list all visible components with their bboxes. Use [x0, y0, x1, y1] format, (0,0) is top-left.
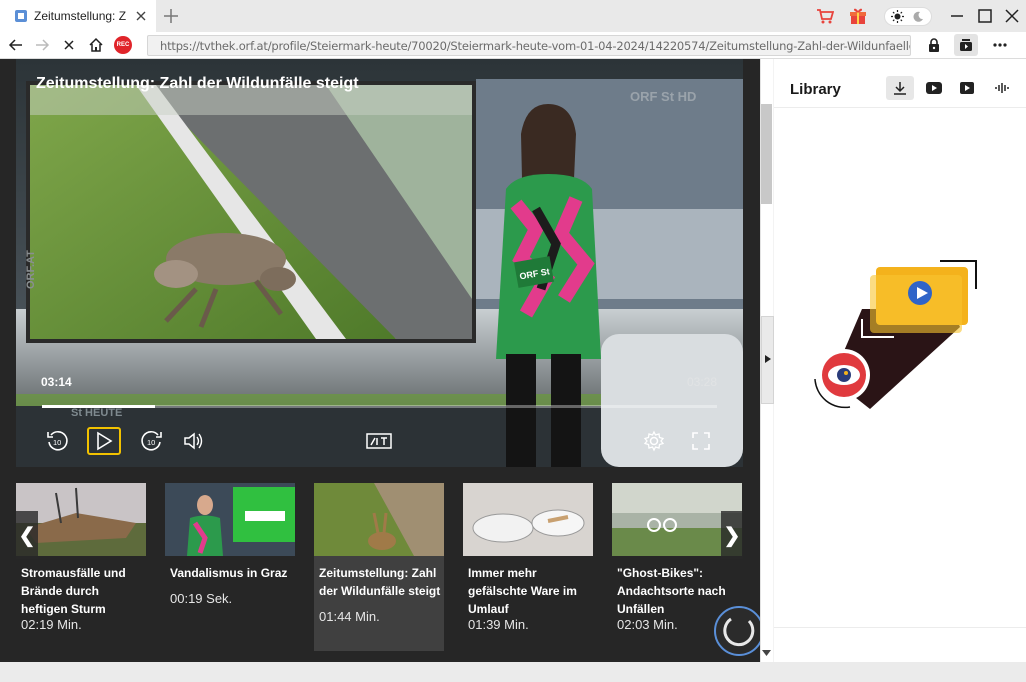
spinner-icon	[723, 617, 755, 647]
url-text: https://tvthek.orf.at/profile/Steiermark…	[160, 38, 911, 53]
address-bar-row: REC https://tvthek.orf.at/profile/Steier…	[0, 32, 1026, 59]
related-videos-strip: Stromausfälle und Brände durch heftigen …	[16, 483, 743, 651]
maximize-icon[interactable]	[976, 7, 994, 25]
video-icon	[960, 82, 974, 94]
gear-icon	[643, 430, 665, 452]
progress-fill	[42, 405, 155, 408]
library-tab-video[interactable]	[954, 76, 982, 100]
video-card-title: Zeitumstellung: Zahl der Wildunfälle ste…	[319, 566, 441, 598]
strip-next-button[interactable]: ❯	[721, 511, 743, 559]
video-card-duration: 02:03 Min.	[617, 617, 678, 632]
watermark: ORF.AT	[25, 250, 37, 289]
library-title: Library	[790, 81, 841, 98]
audio-icon	[995, 83, 1009, 93]
progress-bar[interactable]	[42, 405, 717, 408]
total-time: 03:28	[686, 375, 717, 389]
subtitles-button[interactable]	[362, 427, 396, 455]
channel-logo: ORF St HD	[630, 89, 696, 104]
video-card-title: Immer mehr gefälschte Ware im Umlauf	[468, 566, 577, 616]
video-card-title: Vandalismus in Graz	[170, 566, 288, 580]
fullscreen-button[interactable]	[684, 427, 718, 455]
library-tab-audio[interactable]	[988, 76, 1016, 100]
record-label: REC	[116, 42, 130, 48]
video-card-title: Stromausfälle und Brände durch heftigen …	[21, 566, 126, 616]
rewind-10-button[interactable]: 10	[40, 427, 74, 455]
play-icon	[97, 431, 113, 451]
library-tab-downloads[interactable]	[886, 76, 914, 100]
sun-icon	[891, 10, 904, 23]
new-tab-icon[interactable]	[162, 7, 180, 25]
subtitles-icon	[366, 433, 392, 449]
forward-10-button[interactable]: 10	[135, 427, 169, 455]
library-bottom-divider	[774, 627, 1026, 628]
youtube-icon	[926, 82, 942, 94]
volume-icon	[184, 432, 203, 450]
video-card-duration: 01:39 Min.	[468, 617, 529, 632]
library-tab-youtube[interactable]	[920, 76, 948, 100]
scroll-down-icon[interactable]	[762, 649, 771, 657]
tab-title: Zeitumstellung: Z	[34, 9, 127, 23]
video-thumbnail	[165, 483, 295, 556]
home-icon[interactable]	[88, 37, 104, 53]
more-menu-icon[interactable]	[992, 37, 1008, 53]
sidebar-collapse-handle[interactable]	[761, 316, 774, 404]
video-card-active[interactable]: Zeitumstellung: Zahl der Wildunfälle ste…	[314, 483, 444, 651]
video-card[interactable]: Stromausfälle und Brände durch heftigen …	[16, 483, 146, 651]
caret-right-icon	[765, 355, 771, 363]
settings-button[interactable]	[637, 427, 671, 455]
loading-spinner	[714, 606, 764, 656]
close-tab-icon[interactable]	[134, 9, 148, 23]
tab-bar: Zeitumstellung: Z	[0, 0, 1026, 32]
video-player[interactable]: ORF St HD ORF.AT ORF St St HEUTE Zeitums…	[16, 59, 743, 467]
current-time: 03:14	[41, 375, 72, 389]
video-card[interactable]: Immer mehr gefälschte Ware im Umlauf 01:…	[463, 483, 593, 651]
fullscreen-icon	[692, 432, 710, 450]
forward-10-icon: 10	[141, 430, 162, 451]
close-window-icon[interactable]	[1003, 7, 1021, 25]
web-content: ORF St HD ORF.AT ORF St St HEUTE Zeitums…	[0, 59, 760, 662]
rewind-10-icon: 10	[47, 430, 68, 451]
moon-icon	[913, 11, 923, 22]
url-field[interactable]: https://tvthek.orf.at/profile/Steiermark…	[147, 35, 911, 56]
video-title: Zeitumstellung: Zahl der Wildunfälle ste…	[36, 75, 359, 92]
svg-text:10: 10	[147, 438, 155, 447]
record-button[interactable]: REC	[114, 36, 132, 54]
browser-window: Zeitumstellung: Z REC https://tvthek.orf…	[0, 0, 1026, 682]
library-divider	[774, 107, 1026, 108]
cart-icon[interactable]	[816, 7, 834, 25]
video-card-duration: 02:19 Min.	[21, 617, 82, 632]
video-card[interactable]: Vandalismus in Graz 00:19 Sek.	[165, 483, 295, 651]
back-icon[interactable]	[8, 37, 24, 53]
play-button[interactable]	[87, 427, 121, 455]
extension-icon	[960, 39, 972, 51]
video-card-duration: 01:44 Min.	[319, 609, 380, 624]
minimize-icon[interactable]	[948, 7, 966, 25]
lock-icon[interactable]	[926, 37, 942, 53]
extension-button[interactable]	[954, 34, 978, 56]
scrollbar-thumb[interactable]	[761, 104, 772, 204]
library-panel: Library	[774, 59, 1026, 662]
browser-tab[interactable]: Zeitumstellung: Z	[0, 0, 156, 32]
download-icon	[894, 82, 906, 95]
volume-button[interactable]	[177, 427, 211, 455]
video-thumbnail	[463, 483, 593, 556]
video-thumbnail	[314, 483, 444, 556]
svg-text:10: 10	[53, 438, 61, 447]
empty-library-illustration	[814, 260, 977, 409]
gift-icon[interactable]	[849, 7, 867, 25]
horizontal-scrollbar[interactable]	[0, 662, 1026, 682]
favicon-icon	[15, 10, 27, 22]
strip-prev-button[interactable]: ❮	[16, 511, 38, 559]
stop-icon[interactable]	[61, 37, 77, 53]
studio-sign: St HEUTE	[71, 407, 122, 419]
video-card-duration: 00:19 Sek.	[170, 591, 233, 606]
theme-toggle[interactable]	[884, 7, 932, 26]
forward-icon[interactable]	[34, 37, 50, 53]
